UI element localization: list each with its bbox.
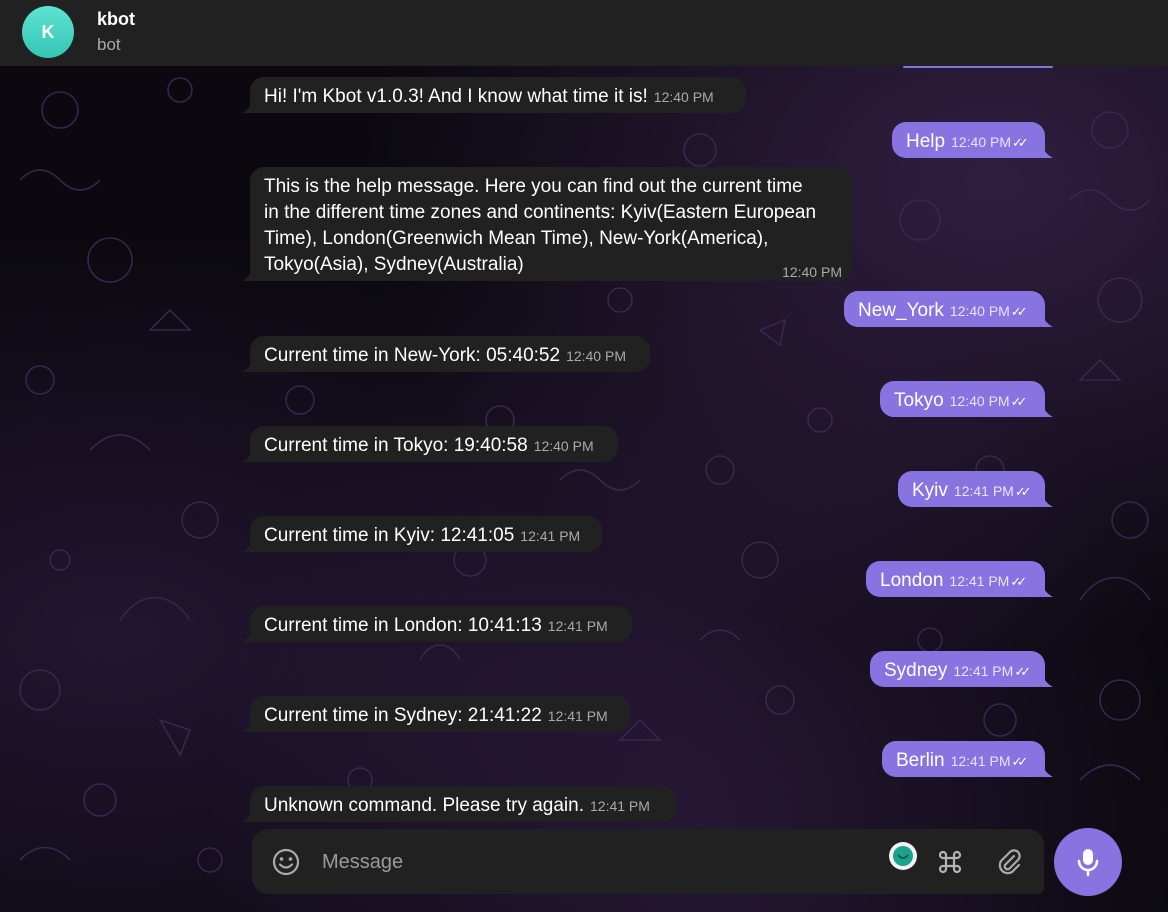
bubble-tail: [1041, 493, 1053, 507]
message-text: London: [880, 570, 944, 591]
message-time: 12:41 PM: [590, 798, 650, 814]
online-status-icon: [888, 841, 918, 871]
message-time: 12:41 PM: [520, 528, 581, 544]
incoming-message[interactable]: Current time in Kyiv: 12:41:05 12:41 PM: [242, 516, 602, 552]
message-time: 12:40 PM: [949, 393, 1010, 409]
bubble-tail: [242, 358, 254, 372]
bubble-tail: [1041, 403, 1053, 417]
message-time: 12:40 PM: [949, 303, 1010, 319]
bubble-tail: [242, 99, 254, 113]
bubble-tail: [242, 718, 254, 732]
bubble-tail: [242, 448, 254, 462]
microphone-button[interactable]: [1054, 828, 1122, 896]
bubble-tail: [242, 808, 254, 822]
scroll-indicator: [903, 66, 1053, 68]
message-time: 12:41 PM: [547, 708, 608, 724]
incoming-message[interactable]: This is the help message. Here you can f…: [242, 167, 852, 281]
incoming-message[interactable]: Current time in New-York: 05:40:52 12:40 …: [242, 336, 650, 372]
outgoing-message[interactable]: Berlin 12:41 PM✓✓: [882, 741, 1053, 777]
bubble-tail: [1041, 313, 1053, 327]
bubble-tail: [1041, 583, 1053, 597]
bubble-tail: [1041, 144, 1053, 158]
message-text: Sydney: [884, 660, 948, 681]
message-input[interactable]: [320, 847, 824, 877]
message-text: Current time in Kyiv: 12:41:05: [264, 525, 515, 546]
read-ticks-icon: ✓✓: [1014, 664, 1031, 679]
outgoing-message[interactable]: New_York 12:40 PM✓✓: [844, 291, 1053, 327]
message-text: Hi! I'm Kbot v1.0.3! And I know what tim…: [264, 86, 648, 107]
message-time: 12:41 PM: [953, 483, 1014, 499]
message-time: 12:40 PM: [566, 348, 626, 364]
message-text: Help: [906, 131, 946, 152]
incoming-message[interactable]: Current time in London: 10:41:13 12:41 PM: [242, 606, 632, 642]
outgoing-message[interactable]: Help 12:40 PM✓✓: [892, 122, 1053, 158]
bubble-tail: [1041, 673, 1053, 687]
message-time: 12:40 PM: [951, 134, 1012, 150]
message-time: 12:40 PM: [653, 89, 714, 105]
read-ticks-icon: ✓✓: [1011, 754, 1029, 769]
emoji-icon[interactable]: [270, 846, 302, 878]
message-line: in the different time zones and continen…: [264, 202, 817, 223]
incoming-message[interactable]: Hi! I'm Kbot v1.0.3! And I know what tim…: [242, 77, 746, 113]
read-ticks-icon: ✓✓: [1010, 574, 1027, 589]
message-time: 12:40 PM: [533, 438, 594, 454]
incoming-message[interactable]: Unknown command. Please try again. 12:41 …: [242, 786, 676, 822]
incoming-message[interactable]: Current time in Tokyo: 19:40:58 12:40 PM: [242, 426, 618, 462]
message-composer: [252, 829, 1044, 894]
message-line: This is the help message. Here you can f…: [264, 176, 803, 197]
chat-header[interactable]: K kbot bot: [0, 0, 1168, 66]
message-time: 12:41 PM: [950, 753, 1011, 769]
message-text: Current time in London: 10:41:13: [264, 615, 542, 636]
paperclip-icon[interactable]: [992, 845, 1026, 879]
message-time: 12:41 PM: [547, 618, 608, 634]
outgoing-message[interactable]: London 12:41 PM✓✓: [866, 561, 1053, 597]
outgoing-message[interactable]: Tokyo 12:40 PM✓✓: [880, 381, 1053, 417]
message-time: 12:41 PM: [949, 573, 1010, 589]
outgoing-message[interactable]: Sydney 12:41 PM✓✓: [870, 651, 1053, 687]
message-text: Unknown command. Please try again.: [264, 795, 584, 816]
outgoing-message[interactable]: Kyiv 12:41 PM✓✓: [898, 471, 1053, 507]
message-line: Time), London(Greenwich Mean Time), New-…: [264, 228, 769, 249]
chat-subtitle: bot: [97, 35, 121, 54]
read-ticks-icon: ✓✓: [1012, 135, 1029, 150]
chat-title: kbot: [97, 9, 135, 29]
command-icon[interactable]: [932, 845, 968, 879]
read-ticks-icon: ✓✓: [1010, 394, 1028, 409]
message-text: Current time in Sydney: 21:41:22: [264, 705, 542, 726]
read-ticks-icon: ✓✓: [1014, 484, 1032, 499]
bubble-tail: [1041, 763, 1053, 777]
message-line: Tokyo(Asia), Sydney(Australia): [264, 254, 524, 275]
message-text: Berlin: [896, 750, 945, 771]
message-time: 12:40 PM: [782, 264, 842, 280]
message-text: Current time in Tokyo: 19:40:58: [264, 435, 528, 456]
bubble-tail: [242, 267, 254, 281]
message-text: Tokyo: [894, 390, 944, 411]
bubble-tail: [242, 628, 254, 642]
avatar[interactable]: K: [22, 6, 74, 58]
microphone-icon: [1077, 849, 1099, 877]
message-text: Current time in New-York: 05:40:52: [264, 345, 561, 366]
message-time: 12:41 PM: [953, 663, 1014, 679]
read-ticks-icon: ✓✓: [1010, 304, 1028, 319]
message-text: Kyiv: [912, 480, 948, 501]
bubble-tail: [242, 538, 254, 552]
incoming-message[interactable]: Current time in Sydney: 21:41:22 12:41 PM: [242, 696, 630, 732]
message-text: New_York: [858, 300, 944, 321]
